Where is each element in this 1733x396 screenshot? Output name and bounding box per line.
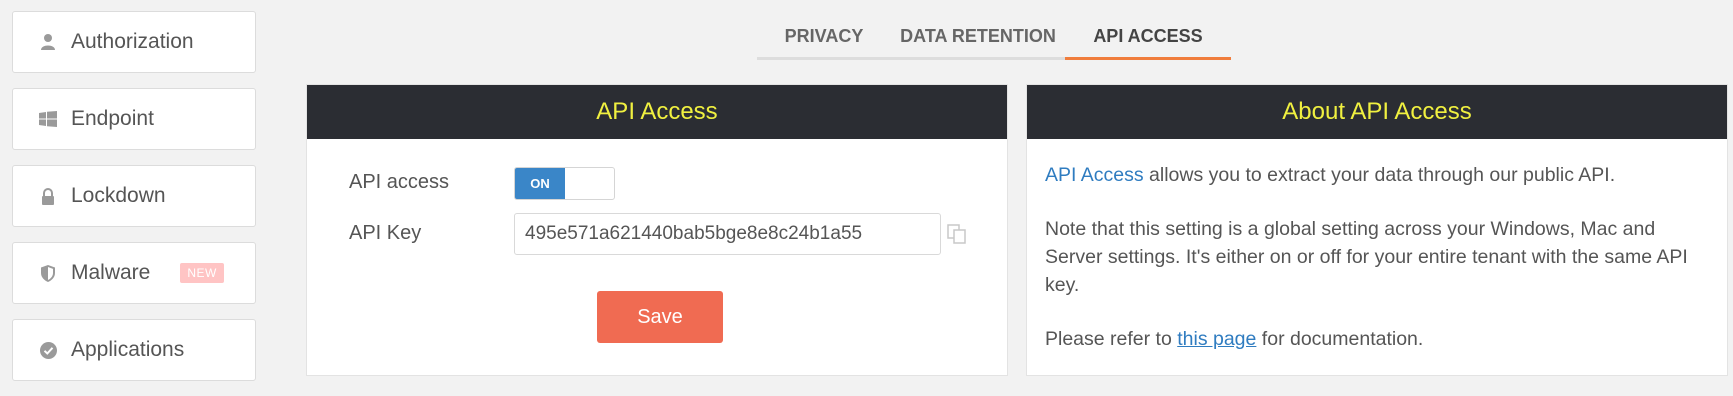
about-paragraph-1: API Access allows you to extract your da… bbox=[1045, 161, 1709, 189]
about-paragraph-2: Note that this setting is a global setti… bbox=[1045, 218, 1688, 296]
api-key-input[interactable] bbox=[514, 213, 941, 255]
tab-api-access[interactable]: API ACCESS bbox=[1065, 16, 1231, 60]
windows-icon bbox=[39, 110, 57, 128]
sidebar-item-applications[interactable]: Applications bbox=[12, 319, 256, 381]
toggle-on-state: ON bbox=[515, 168, 565, 199]
user-icon bbox=[39, 33, 57, 51]
about-description: API Access allows you to extract your da… bbox=[1027, 139, 1727, 353]
about-paragraph-3-after: for documentation. bbox=[1256, 328, 1424, 350]
api-access-panel-title: API Access bbox=[307, 85, 1007, 139]
copy-icon[interactable] bbox=[947, 224, 969, 246]
sidebar-item-label: Authorization bbox=[71, 30, 194, 53]
api-access-toggle[interactable]: ON bbox=[514, 167, 615, 200]
sidebar-item-lockdown[interactable]: Lockdown bbox=[12, 165, 256, 227]
settings-tabs: PRIVACY DATA RETENTION API ACCESS bbox=[757, 16, 1231, 60]
sidebar-item-authorization[interactable]: Authorization bbox=[12, 11, 256, 73]
sidebar-item-label: Malware bbox=[71, 261, 151, 284]
api-access-label: API access bbox=[349, 171, 450, 193]
about-api-access-panel: About API Access API Access allows you t… bbox=[1026, 84, 1728, 376]
check-circle-icon bbox=[39, 341, 57, 359]
about-paragraph-1-text: allows you to extract your data through … bbox=[1143, 164, 1616, 186]
api-key-label: API Key bbox=[349, 222, 422, 244]
sidebar-item-malware[interactable]: Malware NEW bbox=[12, 242, 256, 304]
sidebar-item-label: Endpoint bbox=[71, 107, 154, 130]
sidebar-item-label: Lockdown bbox=[71, 184, 166, 207]
about-panel-title: About API Access bbox=[1027, 85, 1727, 139]
about-paragraph-3: Please refer to this page for documentat… bbox=[1045, 325, 1709, 353]
lock-icon bbox=[39, 187, 57, 205]
documentation-link[interactable]: this page bbox=[1177, 328, 1256, 350]
tab-privacy[interactable]: PRIVACY bbox=[757, 16, 891, 60]
shield-icon bbox=[39, 264, 57, 282]
new-badge: NEW bbox=[180, 263, 224, 283]
api-access-panel: API Access API access ON API Key Save bbox=[306, 84, 1008, 376]
tab-data-retention[interactable]: DATA RETENTION bbox=[891, 16, 1065, 60]
api-access-highlight: API Access bbox=[1045, 164, 1144, 186]
about-paragraph-3-before: Please refer to bbox=[1045, 328, 1178, 350]
sidebar: Authorization Endpoint Lockdown Malware … bbox=[12, 11, 256, 396]
sidebar-item-endpoint[interactable]: Endpoint bbox=[12, 88, 256, 150]
save-button[interactable]: Save bbox=[597, 291, 723, 343]
sidebar-item-label: Applications bbox=[71, 338, 185, 361]
